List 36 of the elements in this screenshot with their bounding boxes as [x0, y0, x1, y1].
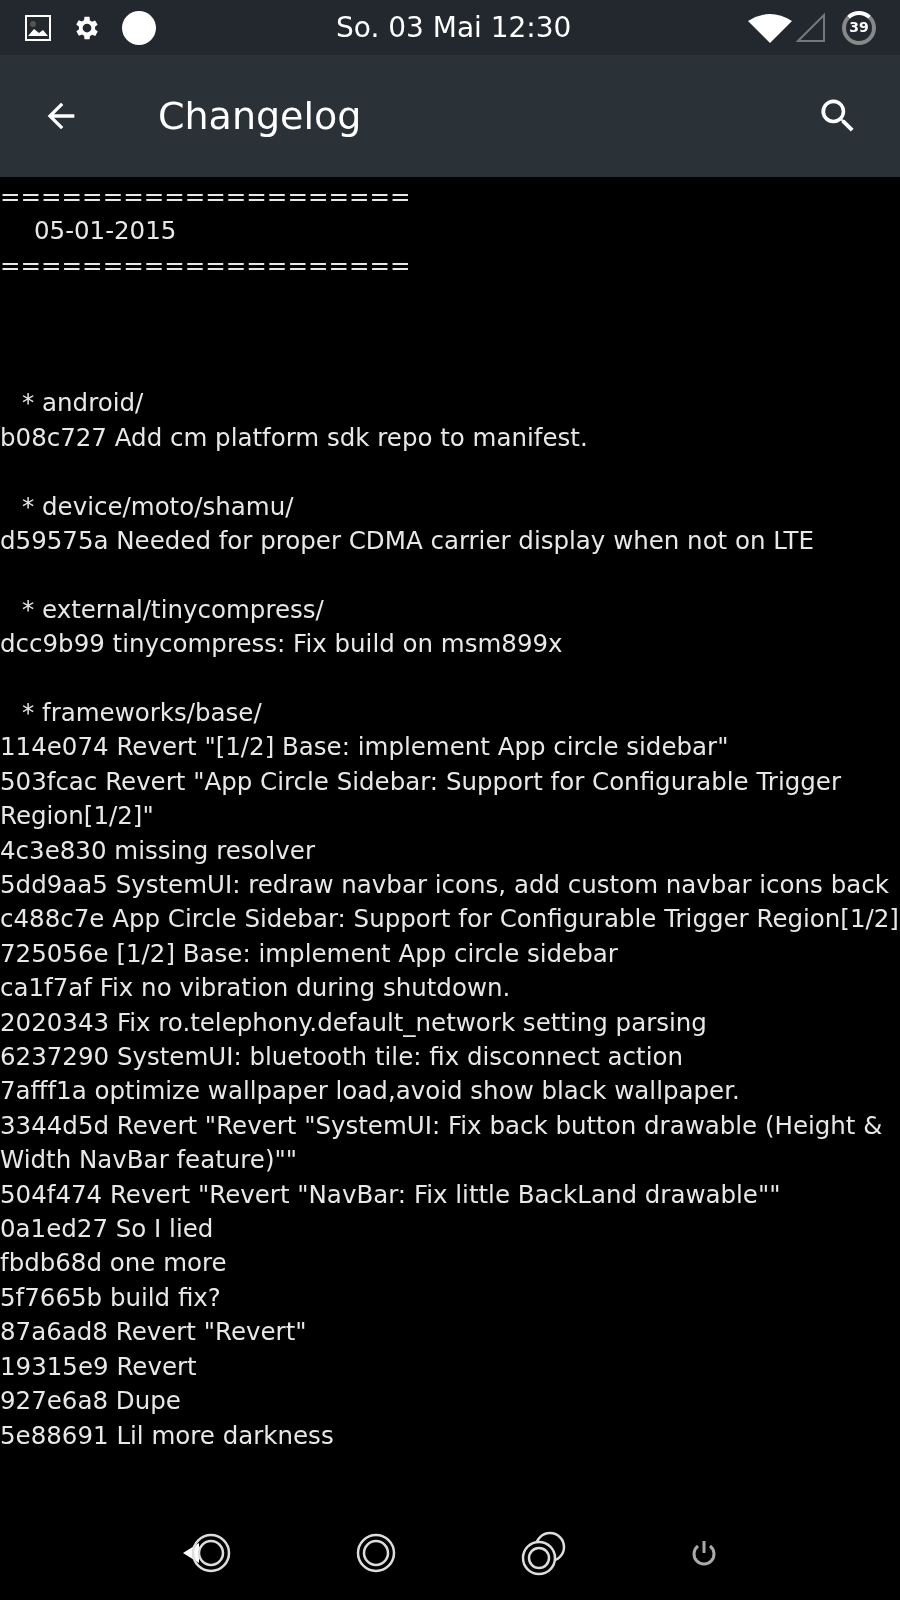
commit-entry: 504f474 Revert "Revert "NavBar: Fix little BackLand drawable"" [0, 1179, 781, 1209]
commit-entry: 5e88691 Lil more darkness [0, 1420, 334, 1450]
separator-line-text: ==================== [0, 182, 411, 211]
section-path: * android/ [22, 388, 144, 418]
commit-entry: 6237290 SystemUI: bluetooth tile: fix disconnect action [0, 1042, 683, 1072]
commit-entry: ca1f7af Fix no vibration during shutdown. [0, 973, 511, 1003]
commit-entry: 3344d5d Revert "Revert "SystemUI: Fix back button drawable (Height & Width NavBar feature)"" [0, 1110, 883, 1175]
commit-entry: 5f7665b build fix? [0, 1282, 221, 1312]
commit-entry: b08c727 Add cm platform sdk repo to manifest. [0, 422, 588, 452]
commit-entry: d59575a Needed for proper CDMA carrier display when not on LTE [0, 526, 815, 555]
commit-entry: 87a6ad8 Revert "Revert" [0, 1317, 307, 1347]
commit-entry: 503fcac Revert "App Circle Sidebar: Support for Configurable Trigger Region[1/2]" [0, 766, 841, 831]
circle-icon [122, 10, 156, 45]
commit-entry: 5dd9aa5 SystemUI: redraw navbar icons, add custom navbar icons back [0, 870, 889, 899]
changelog-date: 05-01-2015 [34, 216, 177, 246]
commit-entry: dcc9b99 tinycompress: Fix build on msm899x [0, 629, 563, 659]
screen-title: Changelog [158, 92, 362, 140]
separator-line-text: ==================== [0, 250, 411, 280]
commit-entry: 4c3e830 missing resolver [0, 835, 315, 865]
commit-entry: 0a1ed27 So I lied [0, 1214, 214, 1244]
image-icon [24, 13, 52, 42]
section-path: * device/moto/shamu/ [22, 491, 294, 521]
section-path: * frameworks/base/ [22, 698, 262, 727]
wifi-icon [748, 12, 792, 43]
signal-icon [796, 12, 826, 43]
commit-entry: 114e074 Revert "[1/2] Base: implement App circle sidebar" [0, 732, 729, 762]
commit-entry: 725056e [1/2] Base: implement App circle sidebar [0, 938, 618, 968]
commit-entry: 927e6a8 Dupe [0, 1386, 181, 1416]
commit-entry: 7afff1a optimize wallpaper load,avoid show black wallpaper. [0, 1076, 740, 1106]
status-time: So. 03 Mai 12:30 [336, 9, 572, 46]
battery-icon: 39 [842, 10, 876, 45]
commit-entry: 19315e9 Revert [0, 1351, 197, 1381]
commit-entry: c488c7e App Circle Sidebar: Support for Configurable Trigger Region[1/2] [0, 904, 899, 934]
commit-entry: fbdb68d one more [0, 1248, 227, 1278]
section-path: * external/tinycompress/ [22, 594, 324, 624]
commit-entry: 2020343 Fix ro.telephony.default_network setting parsing [0, 1007, 707, 1037]
